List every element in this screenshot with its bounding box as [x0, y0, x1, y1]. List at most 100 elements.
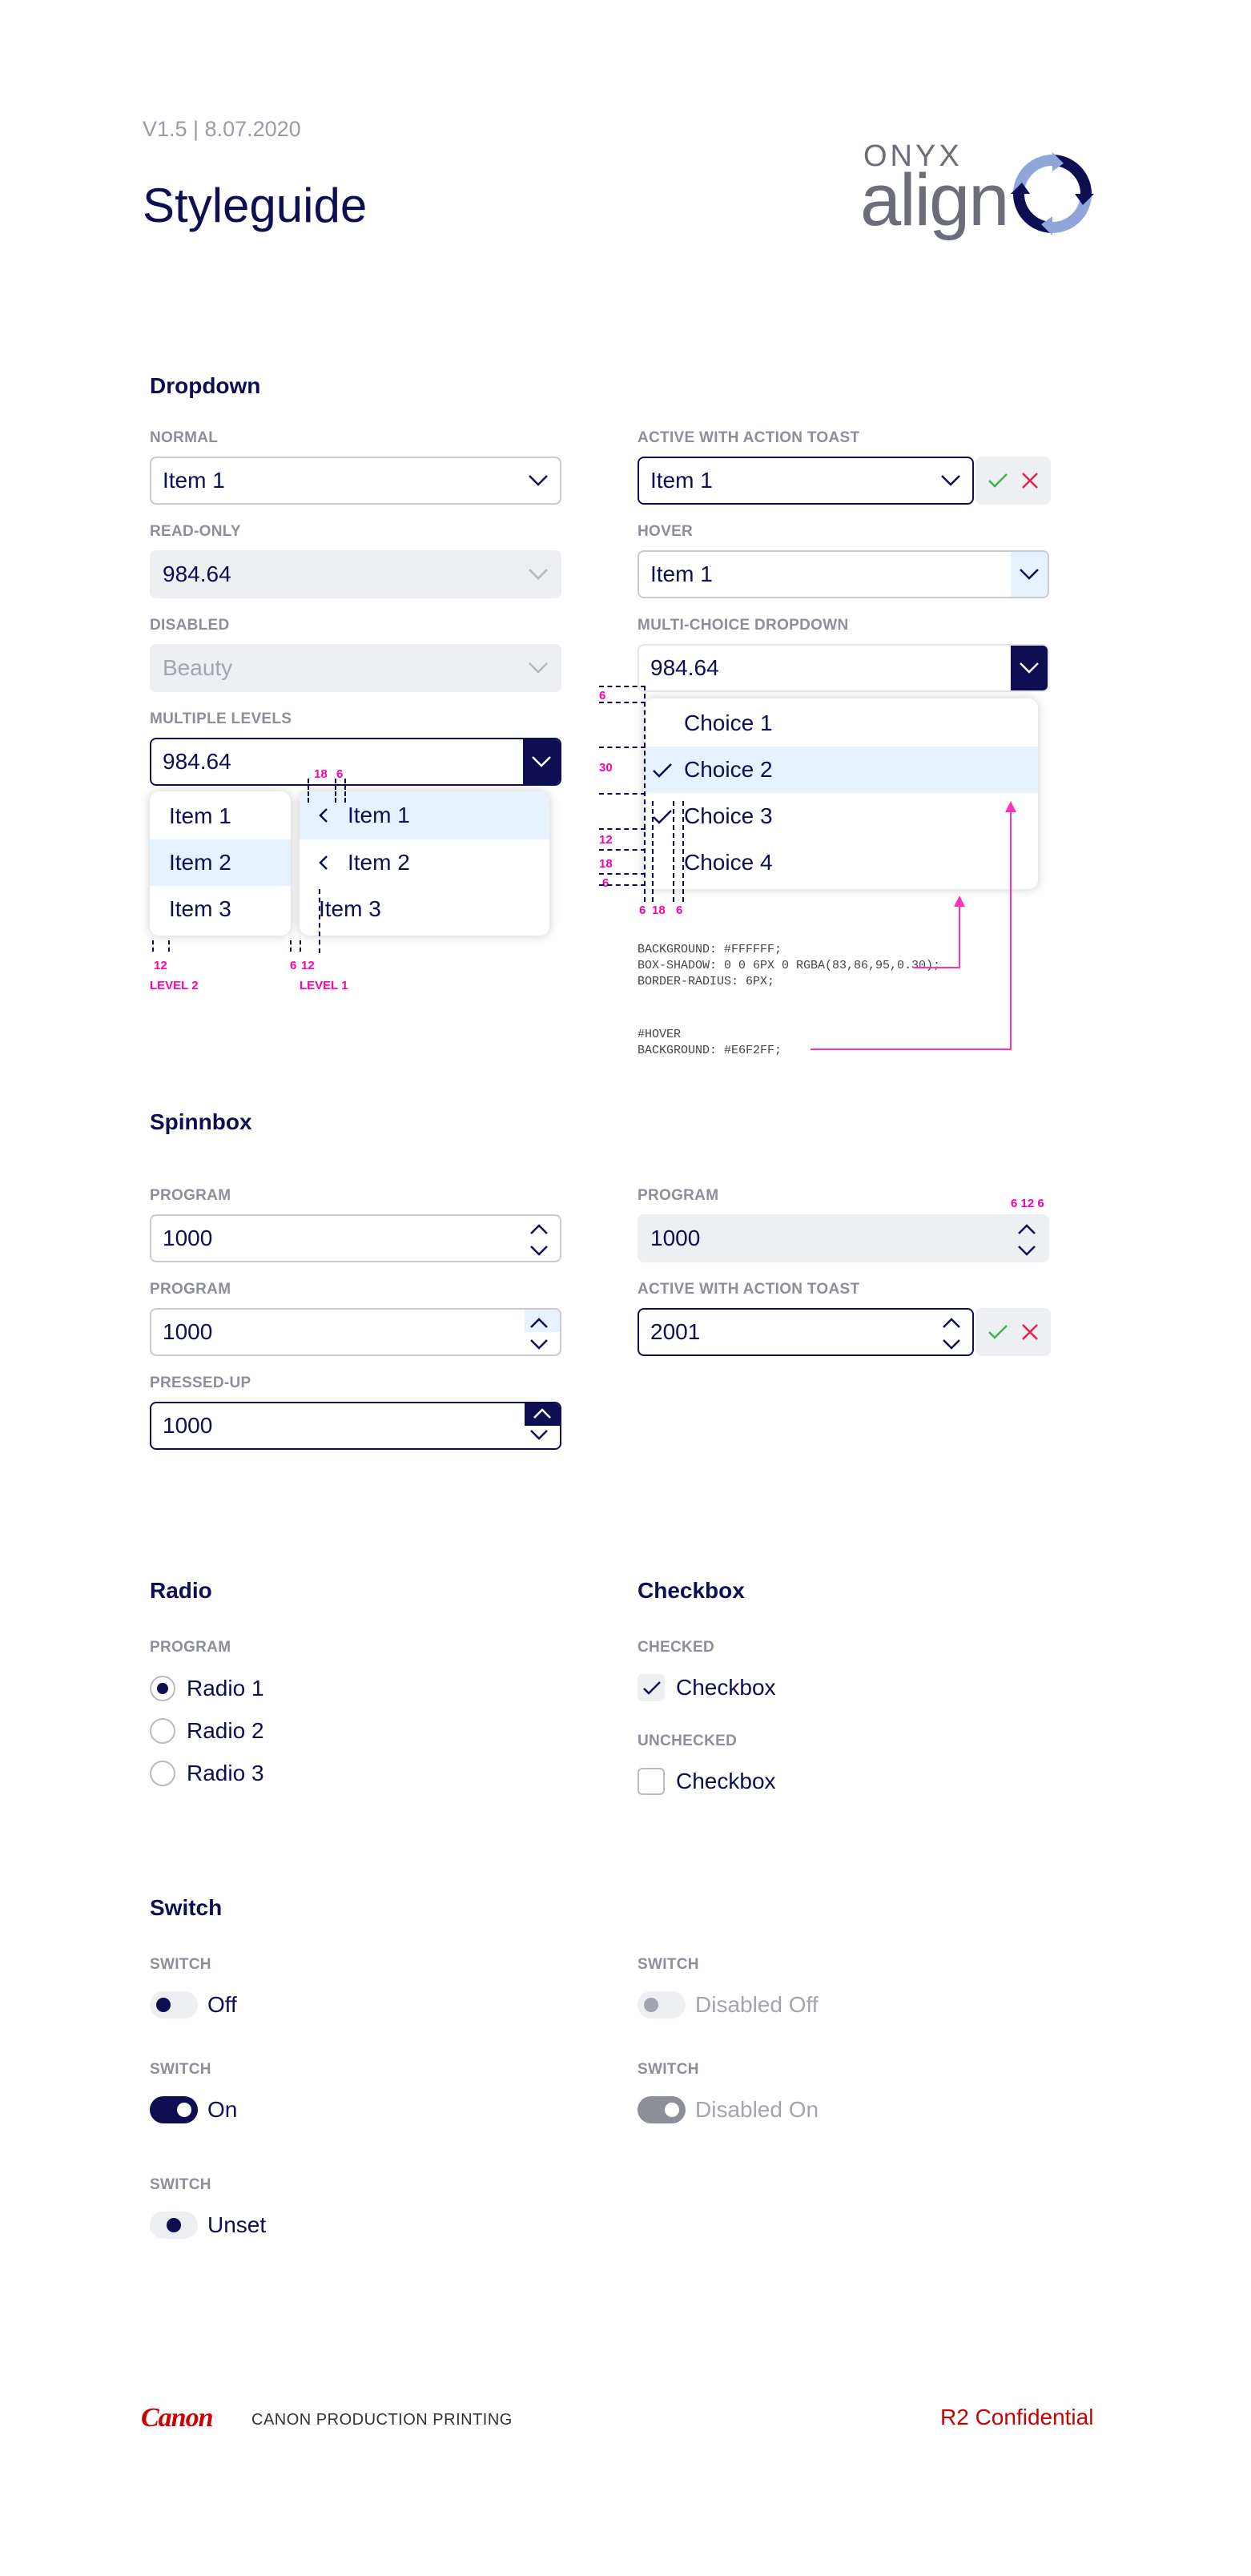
close-icon[interactable] — [1021, 472, 1039, 489]
page-title: Styleguide — [143, 179, 368, 232]
label-switch: SWITCH — [150, 2176, 211, 2193]
dropdown-hover-button[interactable] — [1011, 552, 1048, 597]
chevron-down-icon — [1020, 662, 1039, 674]
check-icon — [653, 810, 672, 824]
style-note-hover: #HOVER BACKGROUND: #E6F2FF; — [638, 1028, 782, 1057]
switch-knob — [177, 2103, 191, 2117]
switch-knob — [644, 1998, 658, 2012]
spinbox-pressed-up[interactable]: 1000 — [150, 1402, 561, 1450]
menu-item[interactable]: Item 3 — [300, 886, 549, 932]
dropdown-multi-choice-value: 984.64 — [650, 655, 719, 680]
dropdown-open-button[interactable] — [1011, 646, 1048, 690]
dropdown-active[interactable]: Item 1 — [638, 457, 974, 505]
level-2-tag: LEVEL 2 — [150, 979, 199, 992]
radio-button[interactable] — [150, 1676, 175, 1701]
spinbox-read-only: 1000 — [638, 1214, 1049, 1262]
close-icon[interactable] — [1021, 1323, 1039, 1341]
measure-line — [335, 779, 336, 803]
label-active-toast: ACTIVE WITH ACTION TOAST — [638, 429, 860, 446]
label-switch: SWITCH — [150, 2061, 211, 2078]
switch-on[interactable]: On — [150, 2096, 237, 2123]
dropdown-normal[interactable]: Item 1 — [150, 457, 561, 505]
radio-option[interactable]: Radio 3 — [150, 1761, 264, 1786]
measure-line — [673, 801, 674, 902]
label-program: PROGRAM — [150, 1639, 231, 1656]
measure-6: 6 — [639, 904, 646, 917]
menu-item[interactable]: Item 2 — [150, 839, 291, 886]
logo-align-text: align — [860, 159, 1009, 241]
dropdown-multiple-levels[interactable]: 984.64 — [150, 738, 561, 786]
label-program: PROGRAM — [150, 1281, 231, 1298]
menu-item[interactable]: Item 1 — [300, 791, 549, 839]
level-1-tag: LEVEL 1 — [300, 979, 348, 992]
chevron-down-icon[interactable] — [528, 1427, 550, 1440]
measure-6: 6 — [290, 959, 297, 972]
chevron-left-icon — [319, 808, 328, 823]
dropdown-hover-value: Item 1 — [650, 561, 713, 586]
spin-arrows-icon[interactable] — [528, 1314, 550, 1353]
measure-line — [308, 779, 309, 803]
spin-up-pressed[interactable] — [525, 1403, 560, 1426]
check-icon — [643, 1681, 661, 1695]
spin-measure: 6 12 6 — [1011, 1197, 1044, 1210]
switch-track[interactable] — [150, 2096, 198, 2123]
radio-button[interactable] — [150, 1761, 175, 1786]
spin-arrows-icon[interactable] — [528, 1221, 550, 1259]
company-name: CANON PRODUCTION PRINTING — [251, 2411, 513, 2429]
switch-off[interactable]: Off — [150, 1991, 237, 2019]
spinbox-program[interactable]: 1000 — [150, 1214, 561, 1262]
measure-12: 12 — [301, 959, 315, 972]
checkbox-box[interactable] — [638, 1674, 665, 1701]
dropdown-read-only: 984.64 — [150, 550, 561, 598]
switch-track[interactable] — [150, 2212, 198, 2239]
menu-item[interactable]: Item 2 — [300, 839, 549, 886]
dropdown-multi-choice[interactable]: 984.64 — [638, 644, 1049, 692]
switch-track — [638, 1991, 686, 2019]
choice-item[interactable]: Choice 2 — [644, 747, 1038, 793]
label-program: PROGRAM — [150, 1187, 231, 1204]
checkbox-box[interactable] — [638, 1768, 665, 1795]
dropdown-open-button[interactable] — [523, 739, 560, 784]
checkbox-unchecked[interactable]: Checkbox — [638, 1768, 776, 1795]
choice-item[interactable]: Choice 1 — [644, 700, 1038, 747]
measure-line — [599, 747, 646, 748]
label-multi-choice: MULTI-CHOICE DROPDOWN — [638, 617, 849, 634]
spin-arrows-icon[interactable] — [940, 1314, 963, 1353]
confidential-label: R2 Confidential — [940, 2405, 1094, 2429]
menu-item[interactable]: Item 3 — [150, 886, 291, 932]
dropdown-active-value: Item 1 — [650, 468, 713, 493]
radio-option[interactable]: Radio 1 — [150, 1676, 264, 1701]
chevron-down-icon — [1020, 569, 1039, 580]
label-read-only: READ-ONLY — [150, 523, 241, 540]
measure-line — [599, 686, 646, 687]
dropdown-disabled: Beauty — [150, 644, 561, 692]
measure-line — [599, 884, 646, 886]
measure-line — [168, 940, 170, 952]
radio-option[interactable]: Radio 2 — [150, 1718, 264, 1744]
check-icon[interactable] — [988, 473, 1008, 489]
label-pressed-up: PRESSED-UP — [150, 1375, 251, 1391]
chevron-down-icon — [941, 475, 960, 486]
switch-unset[interactable]: Unset — [150, 2212, 266, 2239]
version-text: V1.5 | 8.07.2020 — [143, 117, 301, 141]
dropdown-multiple-levels-value: 984.64 — [163, 749, 231, 774]
radio-button[interactable] — [150, 1718, 175, 1744]
action-toast — [975, 1308, 1051, 1356]
chevron-down-icon — [529, 569, 548, 580]
measure-6: 6 — [602, 876, 609, 890]
chevron-down-icon — [529, 662, 548, 674]
measure-line — [652, 801, 654, 902]
checkbox-checked[interactable]: Checkbox — [638, 1674, 776, 1701]
measure-line — [682, 801, 684, 902]
chevron-down-icon — [529, 475, 548, 486]
spinbox-program-hover[interactable]: 1000 — [150, 1308, 561, 1356]
check-icon[interactable] — [988, 1324, 1008, 1340]
measure-6: 6 — [676, 904, 683, 917]
menu-item[interactable]: Item 1 — [150, 793, 291, 839]
spinbox-active[interactable]: 2001 — [638, 1308, 974, 1356]
switch-track[interactable] — [150, 1991, 198, 2019]
dropdown-hover[interactable]: Item 1 — [638, 550, 1049, 598]
chevron-up-icon — [533, 1408, 551, 1419]
measure-12: 12 — [154, 959, 167, 972]
dropdown-read-only-value: 984.64 — [163, 561, 231, 586]
